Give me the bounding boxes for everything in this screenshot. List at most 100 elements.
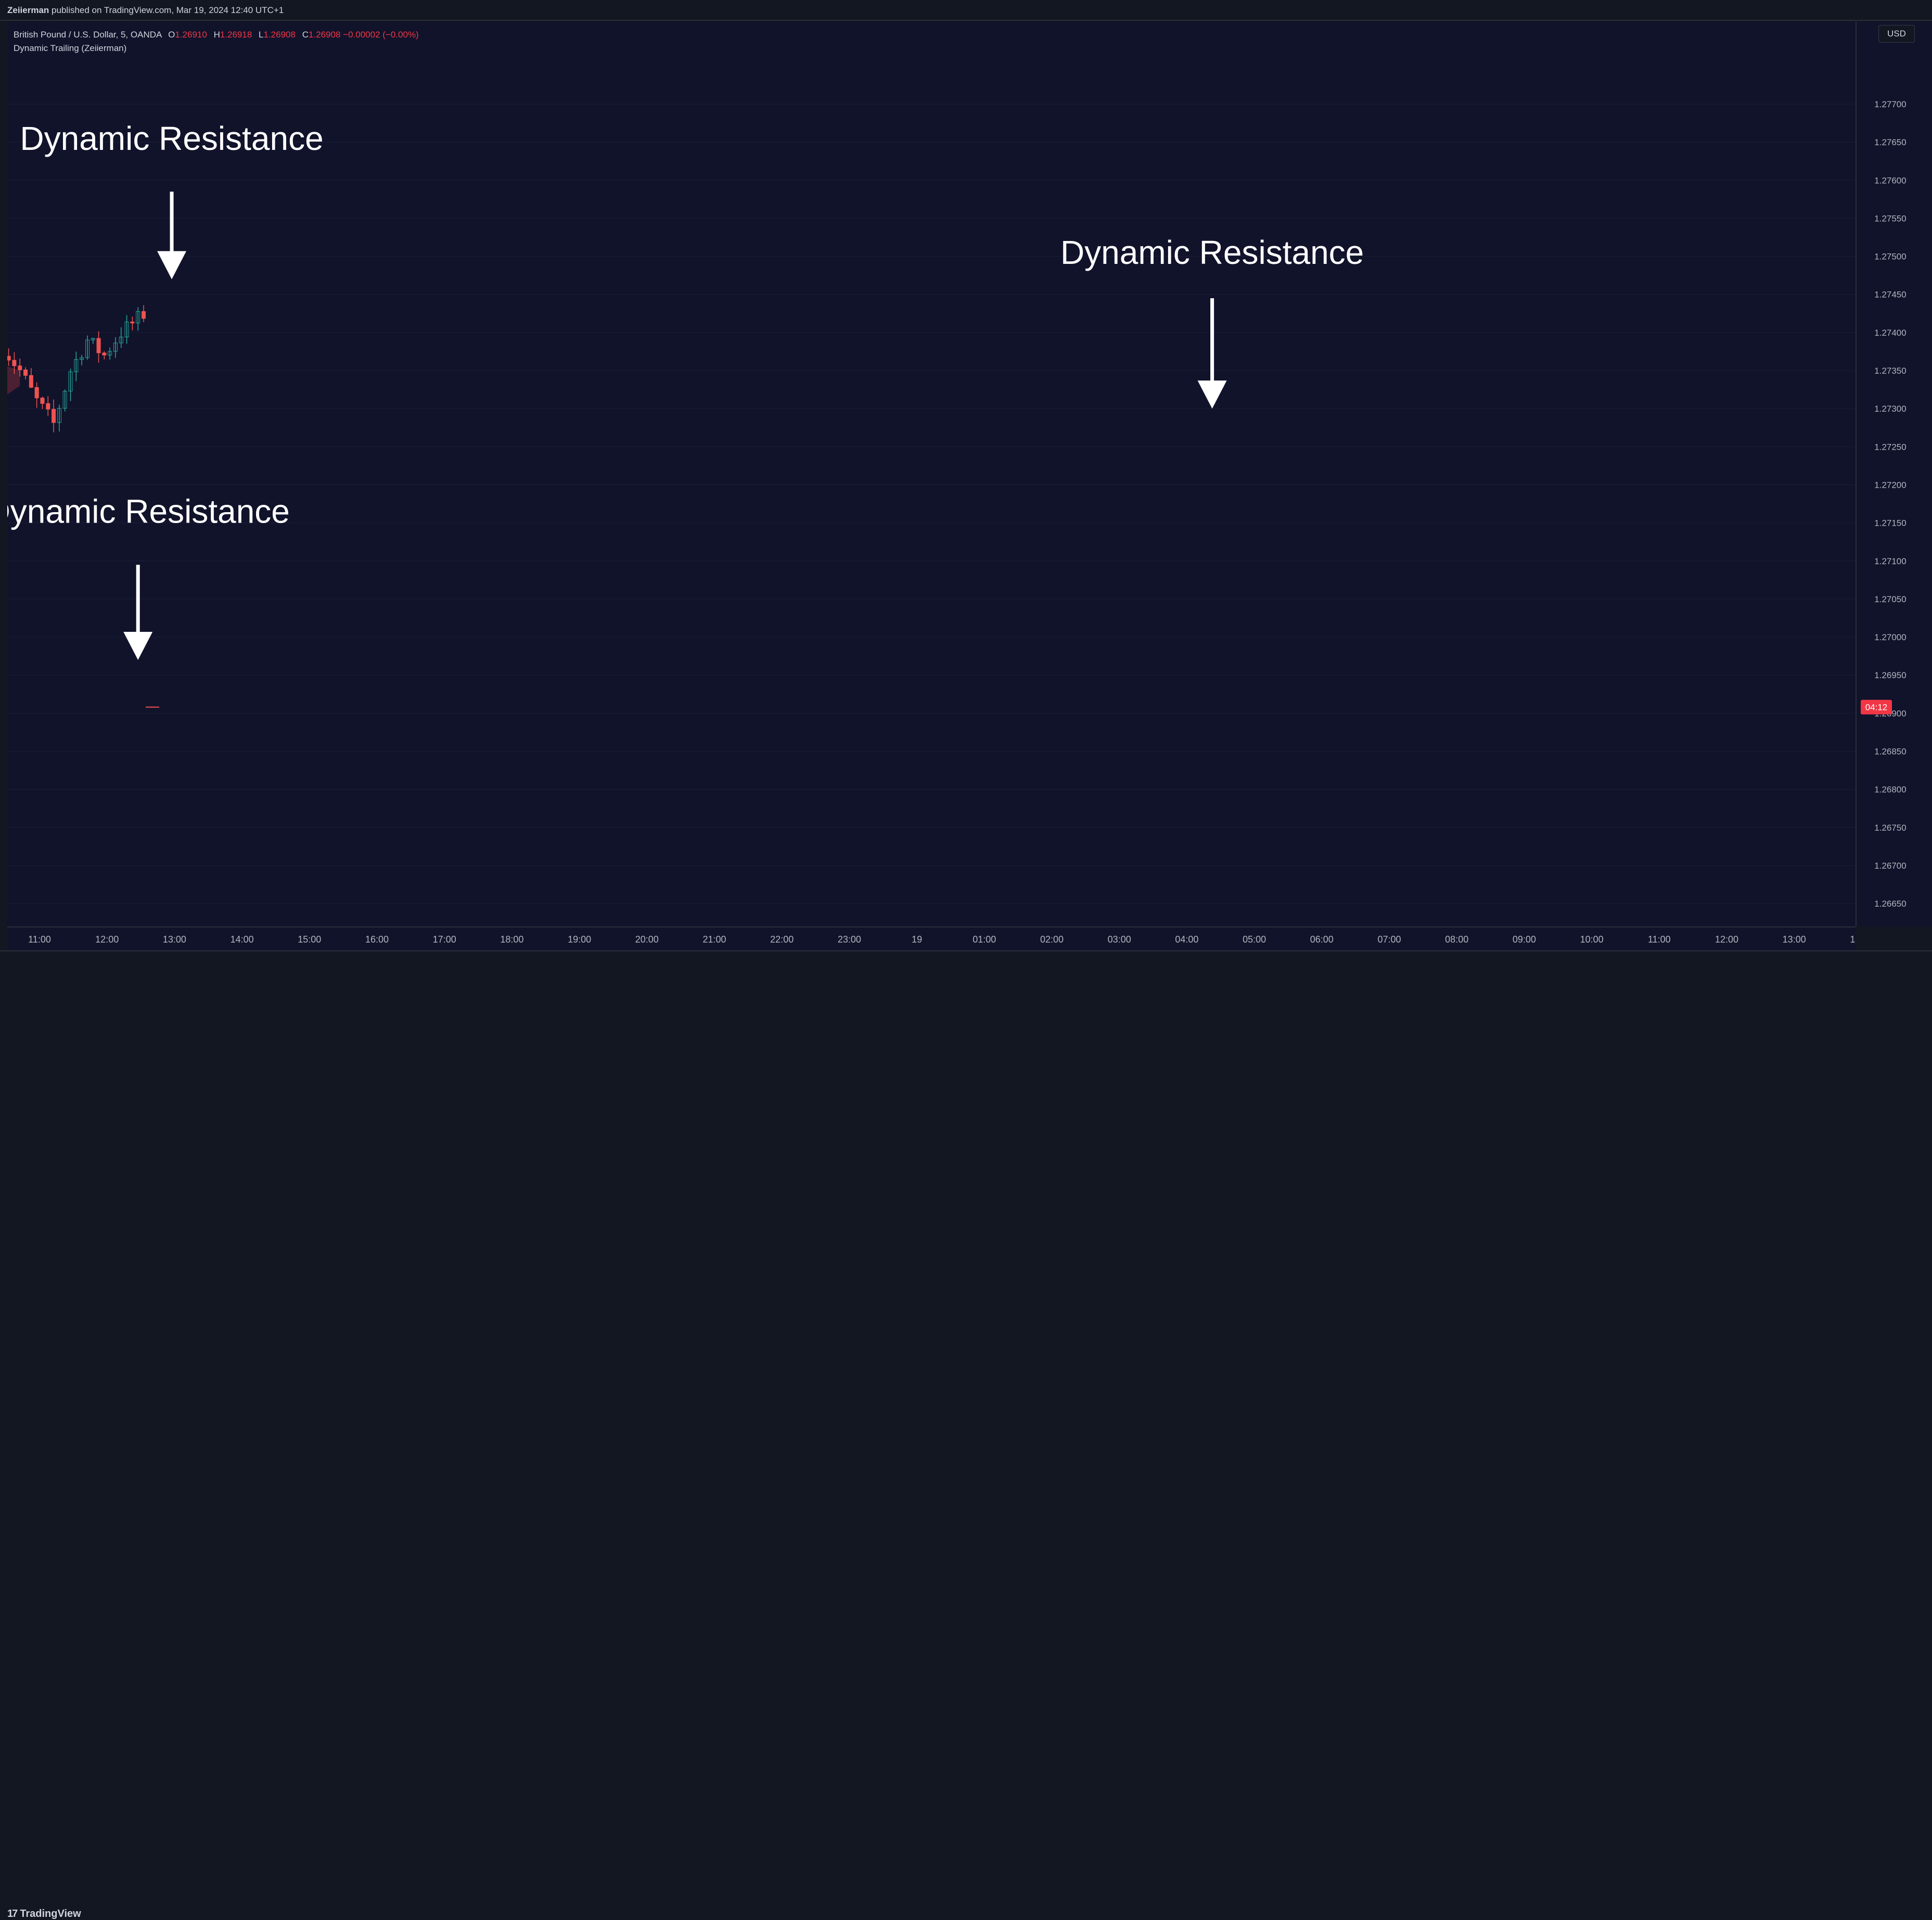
candle-body: [29, 375, 33, 388]
open-value: 1.26910: [175, 30, 207, 40]
time-tick-label: 04:00: [1175, 934, 1198, 945]
high-value: 1.26918: [220, 30, 252, 40]
candle-body: [23, 370, 28, 376]
candle-body: [52, 409, 56, 423]
annotation-label: Dynamic Resistance: [1060, 234, 1364, 271]
candle: [6, 348, 11, 366]
price-tick-label: 1.26800: [1874, 785, 1906, 795]
time-tick-label: 06:00: [1310, 934, 1334, 945]
tradingview-logo[interactable]: 17 TradingView: [7, 1908, 81, 1920]
time-tick-label: 21:00: [702, 934, 726, 945]
high-label: H: [213, 30, 220, 40]
time-tick-label: 03:00: [1108, 934, 1131, 945]
candle: [102, 351, 107, 360]
time-tick-label: 13:00: [163, 934, 186, 945]
candle: [74, 351, 79, 382]
legend-symbol[interactable]: British Pound / U.S. Dollar, 5, OANDA: [14, 30, 161, 40]
time-tick-label: 20:00: [635, 934, 659, 945]
candle-body: [130, 321, 135, 324]
low-value: 1.26908: [263, 30, 296, 40]
price-tick-label: 1.27350: [1874, 366, 1906, 376]
time-tick-label: 18:00: [500, 934, 523, 945]
candle-body: [34, 387, 39, 399]
candle-body: [40, 398, 45, 404]
price-chart[interactable]: Dynamic Resistance Dynamic Resistance Dyna…: [0, 22, 1856, 926]
tradingview-brand: TradingView: [20, 1908, 81, 1919]
time-tick-label: 19: [912, 934, 922, 945]
low-label: L: [259, 30, 264, 40]
candle: [108, 347, 112, 360]
candle: [46, 396, 50, 416]
publish-header: Zeiierman published on TradingView.com, …: [0, 0, 1932, 21]
close-label: C: [302, 30, 309, 40]
candles: [1, 305, 146, 433]
candle: [136, 307, 140, 331]
price-tick-label: 1.27250: [1874, 442, 1906, 452]
price-axis[interactable]: 1.27700 1.27650 1.27600 1.27550 1.27500 1.274…: [1856, 22, 1932, 926]
legend-indicator[interactable]: Dynamic Trailing (Zeiierman): [14, 42, 419, 55]
time-tick-label: 23:00: [838, 934, 861, 945]
price-tick-label: 1.26700: [1874, 861, 1906, 871]
chart-legend: British Pound / U.S. Dollar, 5, OANDA O1…: [14, 28, 419, 55]
annotation-label: Dynamic Resistance: [20, 120, 323, 157]
candle: [80, 354, 84, 366]
open-label: O: [168, 30, 175, 40]
tradingview-logo-icon: 17: [7, 1908, 18, 1919]
annotation-arrow-head: [123, 631, 153, 660]
time-tick-label: 12:00: [95, 934, 119, 945]
time-axis-labels: 11:00 12:00 13:00 14:00 15:00 16:00 17:00 18:00…: [28, 934, 1873, 945]
time-tick-label: 19:00: [568, 934, 591, 945]
time-tick-label: 14:00: [1850, 934, 1856, 945]
annotation-arrow-head: [157, 251, 187, 279]
price-tick-label: 1.27550: [1874, 213, 1906, 223]
candle: [29, 368, 33, 388]
time-tick-label: 07:00: [1377, 934, 1401, 945]
close-value: 1.26908: [308, 30, 341, 40]
price-tick-label: 1.27650: [1874, 137, 1906, 147]
time-tick-label: 11:00: [28, 934, 51, 945]
annotation-dynamic-resistance: Dynamic Resistance: [20, 120, 324, 279]
annotation-arrow-head: [1197, 380, 1227, 409]
price-tick-label: 1.27050: [1874, 594, 1906, 604]
annotation-dynamic-resistance: Dynamic Resistance: [1060, 234, 1364, 409]
price-tick-label: 1.27600: [1874, 175, 1906, 185]
price-tick-label: 1.27400: [1874, 328, 1906, 338]
time-tick-label: 17:00: [433, 934, 456, 945]
candle: [52, 399, 56, 433]
time-tick-label: 15:00: [298, 934, 321, 945]
currency-button[interactable]: USD: [1878, 25, 1915, 43]
time-tick-label: 10:00: [1580, 934, 1604, 945]
time-tick-label: 11:00: [1648, 934, 1671, 945]
price-tick-label: 1.27450: [1874, 290, 1906, 300]
candle: [130, 316, 135, 330]
price-tick-label: 1.27500: [1874, 252, 1906, 262]
candle: [96, 331, 101, 363]
price-tick-label: 1.27200: [1874, 480, 1906, 490]
price-tick-label: 1.26850: [1874, 747, 1906, 757]
time-tick-label: 14:00: [231, 934, 254, 945]
price-axis-labels: 1.27700 1.27650 1.27600 1.27550 1.27500 1.274…: [1861, 99, 1907, 909]
annotation-dynamic-resistance: Dynamic Resistance: [0, 493, 290, 660]
candle: [91, 337, 95, 344]
candle-body: [46, 403, 50, 410]
author-name[interactable]: Zeiierman: [7, 5, 49, 15]
candle: [119, 327, 123, 348]
candle-body: [12, 360, 17, 366]
candle: [34, 382, 39, 408]
current-price-tag-label: 04:12: [1865, 703, 1888, 713]
time-tick-label: 01:00: [973, 934, 996, 945]
price-tick-label: 1.27150: [1874, 518, 1906, 528]
price-tick-label: 1.26950: [1874, 670, 1906, 680]
price-tick-label: 1.27000: [1874, 632, 1906, 642]
change-value: −0.00002 (−0.00%): [343, 30, 419, 40]
candle-body: [6, 355, 11, 361]
candle: [62, 389, 67, 412]
price-tick-label: 1.27700: [1874, 99, 1906, 109]
time-axis[interactable]: 11:00 12:00 13:00 14:00 15:00 16:00 17:00 18:00…: [7, 926, 1873, 950]
candle: [40, 397, 45, 409]
chart-area[interactable]: Dynamic Resistance Dynamic Resistance Dyna…: [0, 22, 1856, 926]
candle-body: [142, 311, 146, 319]
price-tick-label: 1.26750: [1874, 823, 1906, 833]
candle: [113, 337, 118, 358]
time-tick-label: 08:00: [1445, 934, 1468, 945]
